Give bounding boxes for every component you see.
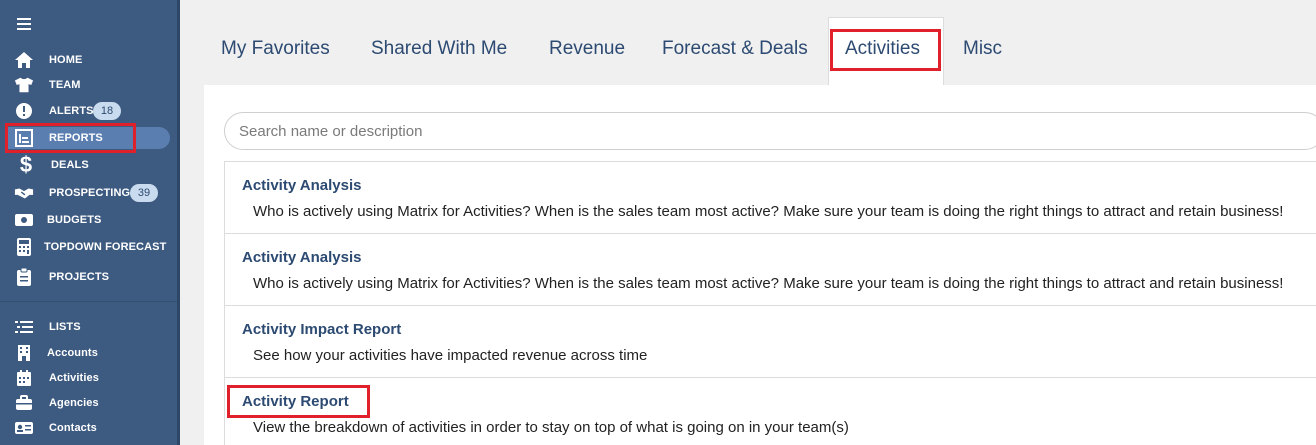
sidebar-item-team[interactable]: TEAM <box>0 73 175 97</box>
report-description: View the breakdown of activities in orde… <box>253 419 849 436</box>
sidebar-item-label: PROJECTS <box>49 271 110 283</box>
home-icon <box>14 50 34 70</box>
sidebar-item-label: HOME <box>49 54 83 66</box>
sidebar-item-label: PROSPECTING <box>49 187 131 199</box>
hamburger-menu-icon[interactable] <box>17 18 31 30</box>
reports-highlight-box <box>5 123 136 153</box>
contact-card-icon <box>14 418 34 438</box>
report-description: Who is actively using Matrix for Activit… <box>253 203 1284 220</box>
tab-my-favorites[interactable]: My Favorites <box>221 38 330 60</box>
sidebar-item-label: LISTS <box>49 321 81 333</box>
sidebar-item-label: Agencies <box>49 397 99 409</box>
report-description: Who is actively using Matrix for Activit… <box>253 275 1284 292</box>
sidebar-item-projects[interactable]: PROJECTS <box>0 265 175 289</box>
sidebar-item-label: Contacts <box>49 422 97 434</box>
tab-shared-with-me[interactable]: Shared With Me <box>371 38 507 60</box>
prospecting-count-badge: 39 <box>130 184 158 202</box>
sidebar-item-label: BUDGETS <box>47 214 102 226</box>
sidebar-item-label: DEALS <box>51 159 89 171</box>
report-title[interactable]: Activity Impact Report <box>242 321 401 338</box>
sidebar-item-accounts[interactable]: Accounts <box>0 341 175 365</box>
sidebar-divider <box>0 301 177 302</box>
sidebar-item-lists[interactable]: LISTS <box>0 315 175 339</box>
activities-tab-highlight-box <box>830 29 941 71</box>
sidebar-item-agencies[interactable]: Agencies <box>0 391 175 415</box>
report-title[interactable]: Activity Analysis <box>242 249 362 266</box>
list-item[interactable]: Activity Impact Report See how your acti… <box>224 306 1316 378</box>
search-box[interactable] <box>224 112 1316 150</box>
sidebar-item-deals[interactable]: $ DEALS <box>0 152 175 177</box>
reports-panel: Activity Analysis Who is actively using … <box>204 85 1316 445</box>
sidebar-item-alerts[interactable]: ALERTS 18 <box>0 99 175 123</box>
tab-misc[interactable]: Misc <box>963 38 1002 60</box>
sidebar-item-label: ALERTS <box>49 105 94 117</box>
report-title[interactable]: Activity Analysis <box>242 177 362 194</box>
list-item[interactable]: Activity Report View the breakdown of ac… <box>224 378 1316 445</box>
briefcase-icon <box>14 393 34 413</box>
tab-revenue[interactable]: Revenue <box>549 38 625 60</box>
tab-forecast-deals[interactable]: Forecast & Deals <box>662 38 808 60</box>
sidebar-item-topdown-forecast[interactable]: TOPDOWN FORECAST <box>0 235 175 259</box>
budget-icon <box>14 210 34 230</box>
list-item[interactable]: Activity Analysis Who is actively using … <box>224 234 1316 306</box>
calendar-icon <box>14 368 34 388</box>
calculator-icon <box>14 237 34 257</box>
report-description: See how your activities have impacted re… <box>253 347 648 364</box>
sidebar-item-label: Activities <box>49 372 99 384</box>
dollar-icon: $ <box>19 152 33 177</box>
alerts-count-badge: 18 <box>93 102 121 120</box>
team-shirt-icon <box>14 75 34 95</box>
sidebar-item-label: Accounts <box>47 347 98 359</box>
sidebar-item-contacts[interactable]: Contacts <box>0 416 175 440</box>
handshake-icon <box>14 183 34 203</box>
building-icon <box>14 343 34 363</box>
alert-icon <box>14 101 34 121</box>
activity-report-highlight-box <box>227 385 370 418</box>
sidebar-item-home[interactable]: HOME <box>0 48 175 72</box>
list-icon <box>14 317 34 337</box>
sidebar-item-label: TOPDOWN FORECAST <box>44 241 167 253</box>
report-list: Activity Analysis Who is actively using … <box>224 161 1316 445</box>
list-item[interactable]: Activity Analysis Who is actively using … <box>224 162 1316 234</box>
sidebar: HOME TEAM ALERTS 18 REPORTS $ DEALS PROS… <box>0 0 180 445</box>
search-input[interactable] <box>239 122 1316 140</box>
sidebar-item-label: TEAM <box>49 79 81 91</box>
sidebar-item-activities[interactable]: Activities <box>0 366 175 390</box>
sidebar-item-prospecting[interactable]: PROSPECTING 39 <box>0 181 175 205</box>
sidebar-item-budgets[interactable]: BUDGETS <box>0 208 175 232</box>
clipboard-icon <box>14 267 34 287</box>
